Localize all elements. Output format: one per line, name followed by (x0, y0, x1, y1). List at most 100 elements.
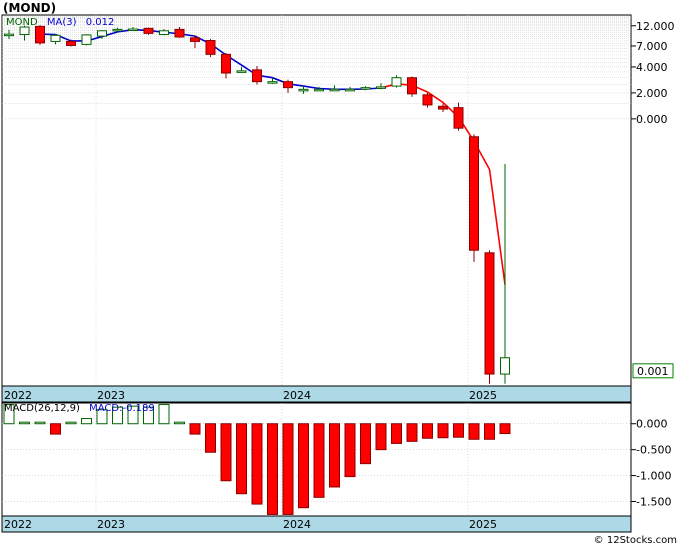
price-x-tick-label: 2022 (4, 389, 32, 402)
candle-body (50, 34, 61, 42)
macd-bar (81, 418, 92, 425)
macd-bar (189, 423, 201, 435)
macd-bar (34, 421, 46, 425)
macd-bar (499, 423, 511, 435)
legend-ticker: MOND (6, 17, 38, 28)
candle-body (128, 28, 138, 32)
candle-body (407, 77, 417, 95)
macd-y-tick-label: -1.000 (636, 470, 671, 483)
price-y-tick-label: 4.000 (636, 61, 668, 74)
candle (81, 34, 92, 46)
candle-body (19, 26, 30, 36)
macd-panel: 0.000 -0.500 -1.000 -1.500 2022 2023 2024 2025 (1, 402, 671, 533)
candle-body (143, 27, 154, 34)
candle-body (438, 105, 448, 110)
candle-body (221, 53, 231, 74)
macd-bar (453, 423, 464, 438)
svg-text:MACD(26,12,9) MACD:-0.189: MACD(26,12,9) MACD:-0.189 (4, 403, 155, 414)
price-x-tick-label: 2025 (469, 389, 497, 402)
macd-bar (437, 423, 449, 439)
macd-bar (220, 423, 232, 482)
candle-body (314, 88, 324, 92)
candle-body (283, 81, 293, 89)
macd-bar (205, 423, 216, 453)
candle-body (81, 34, 92, 45)
candle-body (453, 107, 464, 129)
macd-bar (19, 421, 30, 425)
candle-body (174, 28, 185, 38)
macd-bar (329, 423, 340, 488)
price-y-tick-label: 0.000 (636, 113, 668, 126)
macd-bar (422, 423, 433, 439)
candle (422, 92, 433, 108)
candle-body (112, 28, 123, 32)
candle-body (484, 252, 495, 375)
candle-body (376, 86, 386, 89)
macd-bar (313, 423, 325, 498)
candle (484, 250, 495, 384)
stock-chart: (MOND) 2022 2023 2024 202512.0007.0004.0002… (1, 1, 677, 546)
macd-x-tick-label: 2025 (469, 518, 497, 531)
macd-bar (406, 423, 418, 442)
price-plot-frame (1, 14, 632, 387)
macd-bar (65, 421, 77, 425)
candle-body (469, 136, 479, 251)
candle-body (159, 30, 169, 36)
candle-body (97, 30, 107, 37)
candle (469, 134, 479, 262)
macd-bar (282, 423, 294, 515)
candle-body (298, 88, 309, 92)
macd-x-tick-label: 2022 (4, 518, 32, 531)
price-x-tick-label: 2024 (283, 389, 311, 402)
macd-bar (50, 423, 61, 435)
chart-title: (MOND) (3, 1, 56, 15)
candle-body (236, 70, 247, 73)
candle-body (190, 37, 200, 42)
candle-body (345, 88, 355, 92)
candle-body (391, 77, 402, 87)
svg-text:MOND MA(3) 0.012: MOND MA(3) 0.012 (6, 17, 114, 28)
candle-body (360, 87, 371, 90)
candle (143, 27, 154, 35)
macd-y-tick-label: -0.500 (636, 444, 671, 457)
macd-y-tick-label: -1.500 (636, 495, 671, 508)
macd-bar (298, 423, 309, 509)
price-y-tick-label: 7.000 (636, 40, 668, 53)
macd-bar (391, 423, 402, 444)
legend-ma-label: MA(3) (47, 17, 77, 28)
legend-ma-value: 0.012 (86, 17, 115, 28)
macd-bar (251, 423, 263, 505)
macd-bar (468, 423, 480, 440)
price-x-tick-label: 2023 (97, 389, 125, 402)
legend-macd-label: MACD(26,12,9) (4, 403, 80, 414)
candle-body (205, 40, 216, 55)
price-y-tick-label: 12.000 (636, 20, 675, 33)
macd-bar (375, 423, 387, 451)
candle-body (500, 357, 510, 375)
macd-y-tick-label: 0.000 (636, 418, 668, 431)
macd-bar (158, 404, 170, 425)
macd-bar (344, 423, 356, 478)
price-y-tick-label: 2.000 (636, 87, 668, 100)
macd-x-tick-label: 2023 (97, 518, 125, 531)
legend-macd-value: MACD:-0.189 (89, 403, 155, 414)
macd-bar (484, 423, 495, 440)
candle-body (35, 25, 45, 44)
candle-body (252, 69, 262, 83)
candle-body (329, 88, 340, 92)
price-panel: 2022 2023 2024 2025 12.000 7.000 4.000 2.000 0.0… (1, 14, 675, 403)
candle (35, 25, 45, 45)
macd-bar (174, 421, 185, 425)
candle-body (66, 40, 76, 46)
macd-bar (360, 423, 371, 465)
candle (205, 39, 216, 58)
candle-body (422, 94, 433, 106)
macd-bar (267, 423, 278, 515)
watermark: © 12Stocks.com (594, 535, 677, 546)
candle (407, 76, 417, 97)
candle-body (267, 81, 278, 84)
candle-body (4, 33, 14, 37)
last-price-label: 0.001 (637, 365, 669, 378)
macd-x-tick-label: 2024 (283, 518, 311, 531)
macd-bar (236, 423, 247, 495)
